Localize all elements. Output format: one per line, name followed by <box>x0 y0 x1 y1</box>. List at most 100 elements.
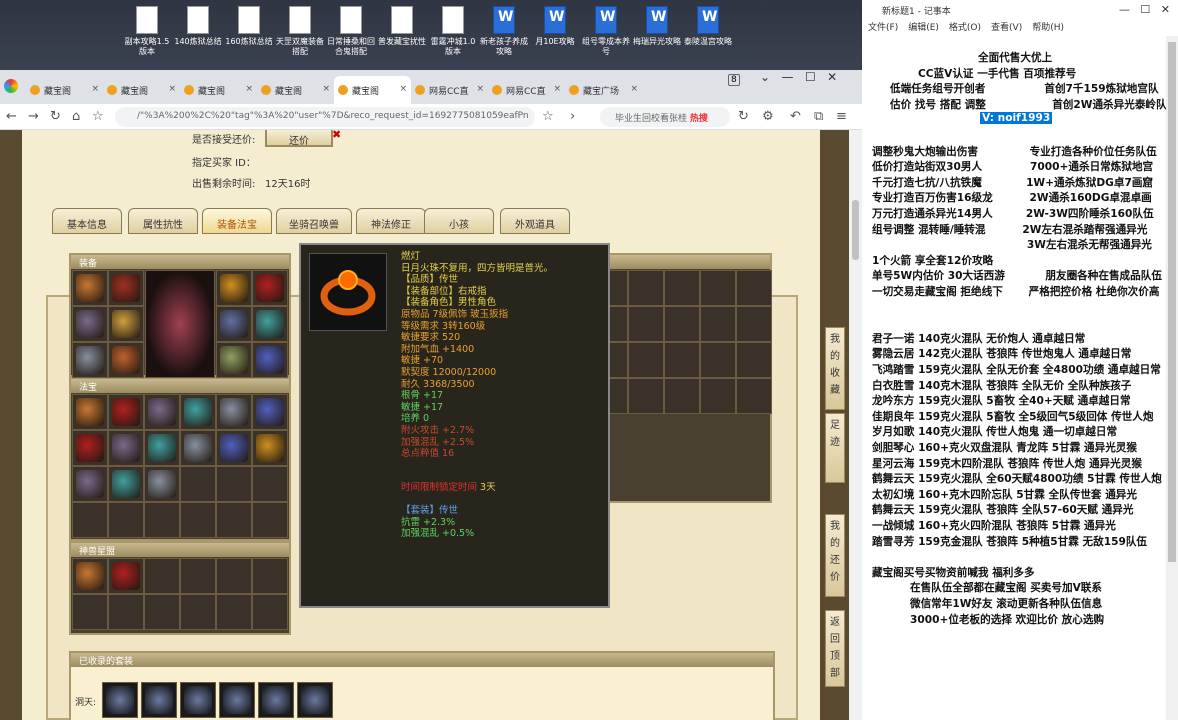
desktop-icon[interactable]: 副本攻略1.5版本 <box>122 6 172 57</box>
inventory-slot[interactable] <box>664 270 700 306</box>
notepad-controls[interactable]: — ☐ ✕ <box>1119 3 1170 16</box>
lingbao-slot[interactable] <box>252 558 288 594</box>
notepad-menu-item[interactable]: 格式(O) <box>949 23 981 33</box>
star-icon[interactable]: ☆ <box>92 109 104 124</box>
refresh-icon[interactable]: ↻ <box>738 109 749 124</box>
lingbao-slot[interactable] <box>180 558 216 594</box>
lingbao-slot[interactable] <box>144 558 180 594</box>
fabao-slot[interactable] <box>252 502 288 538</box>
fabao-slot[interactable] <box>144 394 180 430</box>
side-button[interactable]: 我的还价 <box>825 514 845 597</box>
browser-logo-icon[interactable] <box>4 79 18 93</box>
notepad-scroll-thumb[interactable] <box>1168 42 1176 562</box>
equip-slot[interactable] <box>216 342 252 378</box>
equip-slot[interactable] <box>72 306 108 342</box>
game-tab[interactable]: 小孩 <box>424 208 494 234</box>
fabao-slot[interactable] <box>252 394 288 430</box>
equip-slot[interactable] <box>108 342 144 378</box>
reload-icon[interactable]: ↻ <box>50 109 61 124</box>
inventory-slot[interactable] <box>664 342 700 378</box>
menu-icon[interactable]: ≡ <box>836 109 847 124</box>
lingbao-slot[interactable] <box>216 558 252 594</box>
notepad-menu-item[interactable]: 文件(F) <box>868 23 898 33</box>
inventory-slot[interactable] <box>628 378 664 414</box>
tab-close-icon[interactable]: × <box>322 84 330 94</box>
home-icon[interactable]: ⌂ <box>72 109 80 124</box>
tab-close-icon[interactable]: × <box>245 84 253 94</box>
game-tab[interactable]: 外观道具 <box>500 208 570 234</box>
back-icon[interactable]: ← <box>6 109 17 124</box>
browser-tab[interactable]: 网易CC直 × <box>411 76 488 104</box>
fabao-slot[interactable] <box>108 430 144 466</box>
tab-close-icon[interactable]: × <box>399 84 407 94</box>
arrow-icon[interactable]: › <box>570 109 575 124</box>
fabao-slot[interactable] <box>180 394 216 430</box>
browser-tab[interactable]: 藏宝阁 × <box>180 76 257 104</box>
forward-icon[interactable]: → <box>28 109 39 124</box>
desktop-icon[interactable]: 泰陵温宫攻略 <box>683 6 733 47</box>
suit-slot[interactable] <box>258 682 294 718</box>
page-scrollbar[interactable] <box>849 130 862 720</box>
notepad-menu-item[interactable]: 查看(V) <box>991 23 1022 33</box>
fabao-slot[interactable] <box>180 430 216 466</box>
fabao-slot[interactable] <box>72 466 108 502</box>
desktop-icon[interactable]: 梅瑞异光攻略 <box>632 6 682 47</box>
lingbao-slot[interactable] <box>72 558 108 594</box>
bookmark-icon[interactable]: ☆ <box>542 109 554 124</box>
suit-slot[interactable] <box>297 682 333 718</box>
tab-close-icon[interactable]: × <box>553 84 561 94</box>
notepad-menu-item[interactable]: 编辑(E) <box>908 23 939 33</box>
desktop-icon[interactable]: 雷霆冲城1.0版本 <box>428 6 478 57</box>
fabao-slot[interactable] <box>108 466 144 502</box>
notepad-menu-item[interactable]: 帮助(H) <box>1032 23 1064 33</box>
inventory-slot[interactable] <box>628 306 664 342</box>
suit-slot[interactable] <box>219 682 255 718</box>
inventory-slot[interactable] <box>700 342 736 378</box>
undo-icon[interactable]: ↶ <box>790 109 801 124</box>
equip-slot[interactable] <box>216 270 252 306</box>
fabao-slot[interactable] <box>216 502 252 538</box>
browser-tab[interactable]: 藏宝阁 × <box>26 76 103 104</box>
side-button[interactable]: 足迹 <box>825 413 845 483</box>
inventory-slot[interactable] <box>700 270 736 306</box>
suit-slot[interactable] <box>102 682 138 718</box>
equip-slot[interactable] <box>72 342 108 378</box>
equip-slot[interactable] <box>216 306 252 342</box>
fabao-slot[interactable] <box>252 466 288 502</box>
inventory-slot[interactable] <box>736 270 772 306</box>
equip-slot[interactable] <box>252 270 288 306</box>
desktop-icon[interactable]: 组号零成本养号 <box>581 6 631 57</box>
lingbao-slot[interactable] <box>72 594 108 630</box>
equip-slot[interactable] <box>108 270 144 306</box>
fabao-slot[interactable] <box>180 466 216 502</box>
fabao-slot[interactable] <box>144 502 180 538</box>
desktop-icon[interactable]: 日常捶桑和回合鬼搭配 <box>326 6 376 57</box>
inventory-slot[interactable] <box>664 378 700 414</box>
game-tab[interactable]: 基本信息 <box>52 208 122 234</box>
browser-tab[interactable]: 藏宝阁 × <box>103 76 180 104</box>
fabao-slot[interactable] <box>144 466 180 502</box>
inventory-slot[interactable] <box>628 342 664 378</box>
suit-slot[interactable] <box>141 682 177 718</box>
inventory-slot[interactable] <box>664 306 700 342</box>
suit-slot[interactable] <box>180 682 216 718</box>
lingbao-slot[interactable] <box>108 594 144 630</box>
fabao-slot[interactable] <box>108 502 144 538</box>
inventory-slot[interactable] <box>736 378 772 414</box>
lingbao-slot[interactable] <box>144 594 180 630</box>
close-icon[interactable]: ✖ <box>332 130 341 141</box>
fabao-slot[interactable] <box>72 502 108 538</box>
notepad-scrollbar[interactable] <box>1166 36 1178 720</box>
equip-slot[interactable] <box>72 270 108 306</box>
inventory-slot[interactable] <box>736 342 772 378</box>
game-tab[interactable]: 装备法宝 <box>202 208 272 234</box>
tab-close-icon[interactable]: × <box>168 84 176 94</box>
inventory-slot[interactable] <box>700 378 736 414</box>
desktop-icon[interactable]: 天罡双魔装备搭配 <box>275 6 325 57</box>
fabao-slot[interactable] <box>216 430 252 466</box>
url-input[interactable]: /"%3A%200%2C%20"tag"%3A%20"user"%7D&reco… <box>115 107 535 127</box>
browser-tab[interactable]: 网易CC直 × <box>488 76 565 104</box>
inventory-slot[interactable] <box>628 270 664 306</box>
desktop-icon[interactable]: 140炼狱总结 <box>173 6 223 47</box>
fabao-slot[interactable] <box>216 466 252 502</box>
